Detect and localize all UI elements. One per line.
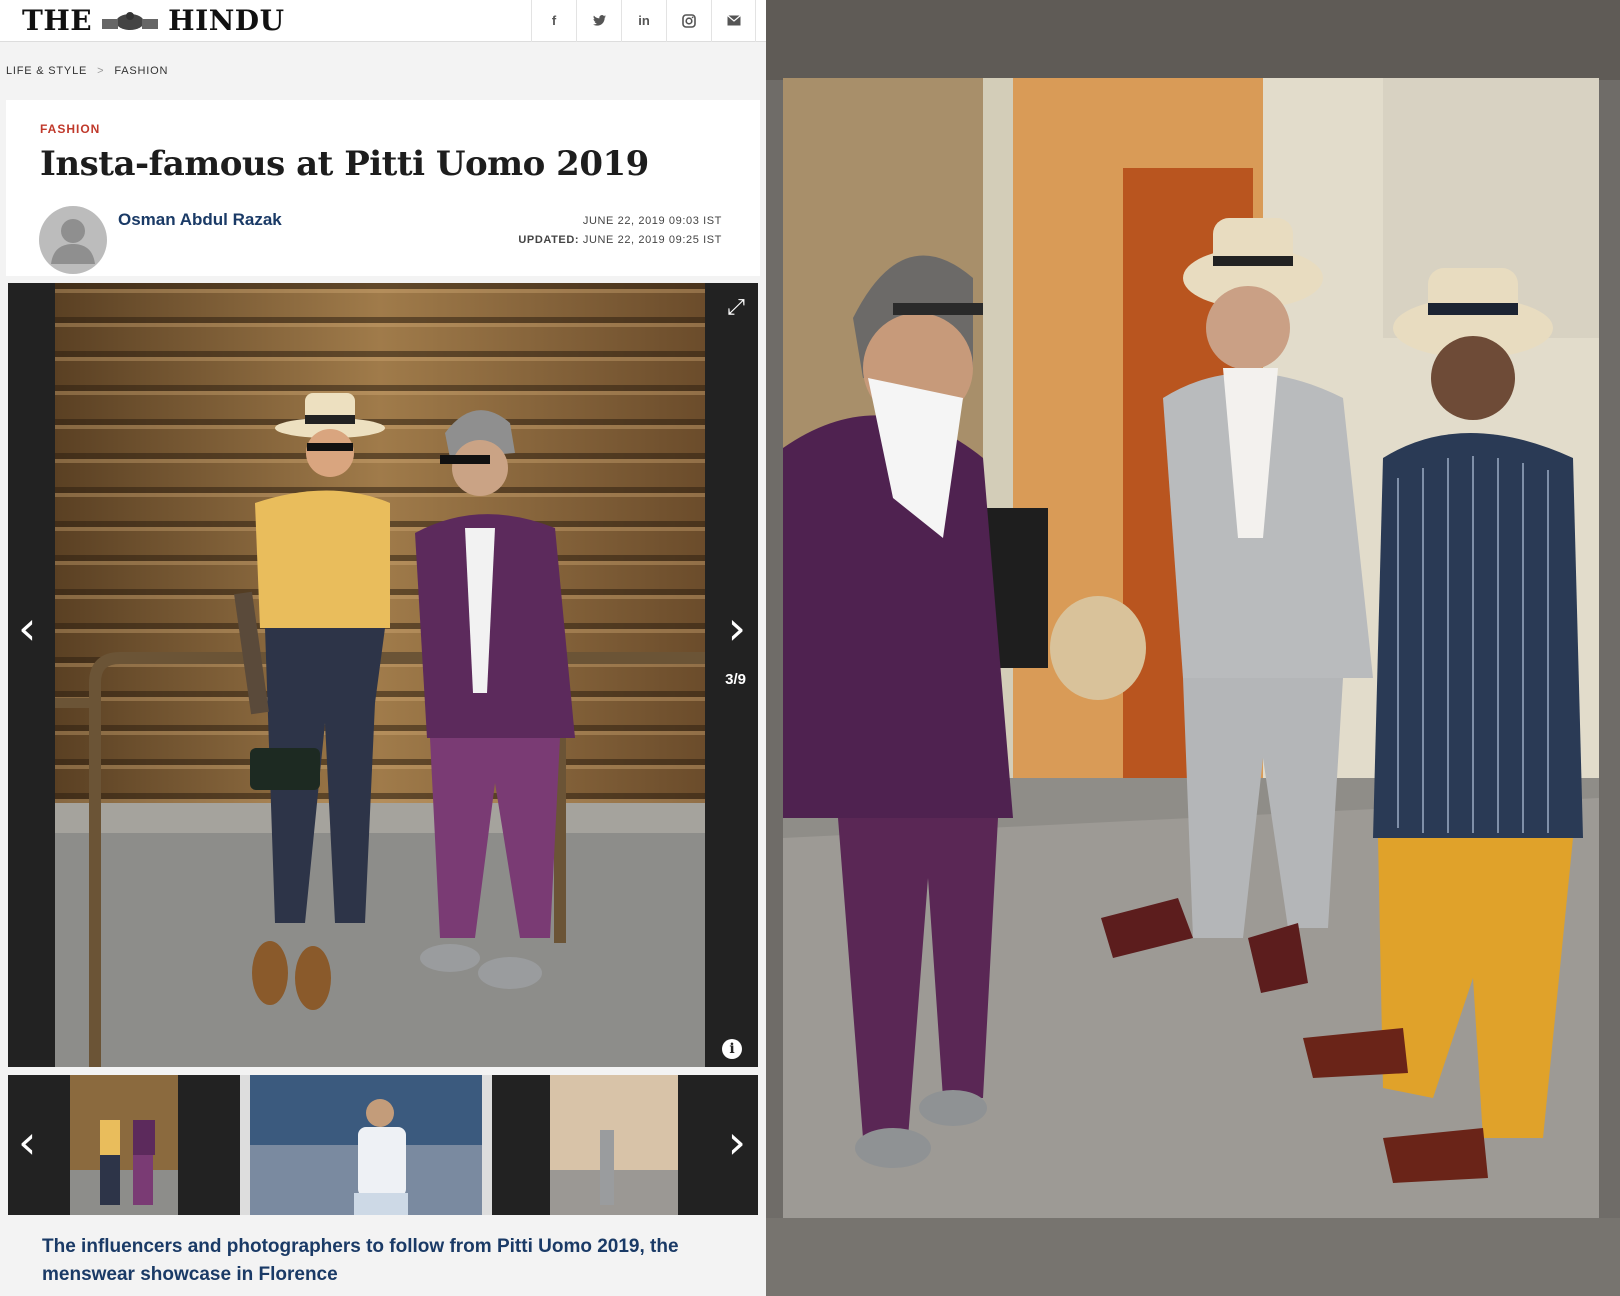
article-header-card: FASHION Insta-famous at Pitti Uomo 2019 …: [6, 100, 760, 276]
published-date: JUNE 22, 2019 09:03 IST: [582, 215, 722, 227]
breadcrumb-life-style[interactable]: LIFE & STYLE: [6, 65, 87, 77]
thumbnail-3-illustration: [492, 1075, 758, 1215]
photo-gallery: ‹ › 3/9 ⤢ i: [8, 283, 758, 1067]
gallery-prev-button[interactable]: ‹: [18, 601, 36, 655]
site-header: THE HINDU f in: [0, 0, 766, 42]
gallery-main-photo[interactable]: [55, 283, 705, 1067]
thumbs-next-button[interactable]: ›: [728, 1115, 746, 1169]
twitter-icon[interactable]: [576, 0, 621, 42]
breadcrumb: LIFE & STYLE > FASHION: [0, 42, 766, 100]
user-silhouette-icon: [51, 219, 95, 264]
thumbnail-2-illustration: [250, 1075, 482, 1215]
breadcrumb-separator: >: [97, 65, 105, 77]
emblem-icon: [102, 11, 159, 30]
thumbnail-1-illustration: [8, 1075, 240, 1215]
enlarged-photo[interactable]: [783, 78, 1599, 1218]
breadcrumb-fashion[interactable]: FASHION: [114, 65, 168, 77]
site-logo[interactable]: THE HINDU: [22, 4, 285, 37]
thumbnail-3[interactable]: [492, 1075, 758, 1215]
gallery-photo-illustration: [55, 283, 705, 1067]
linkedin-icon[interactable]: in: [621, 0, 666, 42]
thumbnail-1[interactable]: [8, 1075, 240, 1215]
article-title: Insta-famous at Pitti Uomo 2019: [40, 144, 649, 184]
expand-icon[interactable]: ⤢: [716, 287, 756, 327]
instagram-icon[interactable]: [666, 0, 711, 42]
logo-text-hindu: HINDU: [168, 4, 285, 37]
updated-row: UPDATED: JUNE 22, 2019 09:25 IST: [518, 231, 722, 250]
enlarged-photo-illustration: [783, 78, 1599, 1218]
info-icon[interactable]: i: [722, 1039, 742, 1059]
gallery-next-button[interactable]: ›: [728, 601, 746, 655]
thumbnail-strip: ‹ ›: [8, 1075, 758, 1215]
updated-date: JUNE 22, 2019 09:25 IST: [582, 234, 722, 246]
article-page: THE HINDU f in LIFE & STYLE > FASHION FA…: [0, 0, 766, 1296]
author-name[interactable]: Osman Abdul Razak: [118, 210, 282, 230]
social-links: f in: [531, 0, 756, 42]
facebook-icon[interactable]: f: [531, 0, 576, 42]
logo-text-the: THE: [22, 4, 93, 37]
email-icon[interactable]: [711, 0, 756, 42]
section-tag[interactable]: FASHION: [40, 122, 100, 136]
updated-label: UPDATED:: [518, 234, 580, 246]
author-avatar[interactable]: [39, 206, 107, 274]
thumbnail-2[interactable]: [250, 1075, 482, 1215]
article-standfirst: The influencers and photographers to fol…: [42, 1236, 679, 1285]
thumbs-prev-button[interactable]: ‹: [18, 1115, 36, 1169]
photo-lightbox: [766, 0, 1620, 1296]
gallery-counter: 3/9: [725, 671, 746, 688]
article-dates: JUNE 22, 2019 09:03 IST UPDATED: JUNE 22…: [518, 212, 722, 250]
